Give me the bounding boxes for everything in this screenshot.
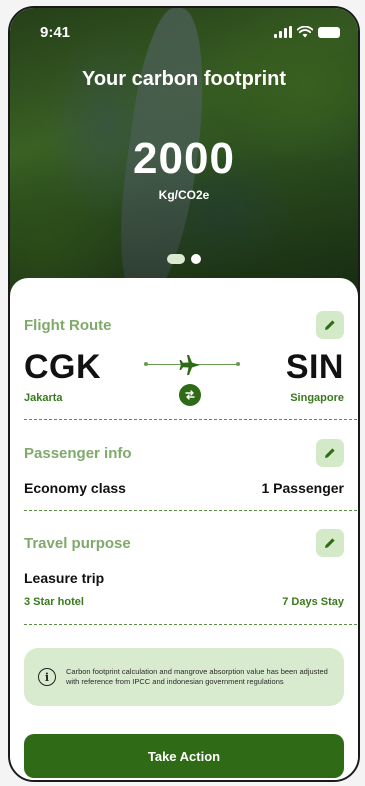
flight-route-title: Flight Route — [24, 316, 112, 334]
footprint-value: 2000 — [133, 134, 235, 183]
pencil-icon — [325, 320, 335, 330]
passenger-info-row: Economy class 1 Passenger — [24, 480, 344, 496]
status-bar: 9:41 — [40, 22, 340, 42]
airplane-icon — [179, 355, 200, 375]
footprint-unit: Kg/CO2e — [158, 188, 210, 202]
details-card: Flight Route CGK Jakarta SIN Singapore P… — [10, 278, 358, 780]
destination-code: SIN — [285, 348, 344, 386]
divider — [24, 510, 358, 511]
hero-title: Your carbon footprint — [81, 68, 287, 90]
status-icons — [274, 26, 340, 38]
stay-duration: 7 Days Stay — [282, 596, 344, 608]
flight-route: CGK Jakarta SIN Singapore — [24, 348, 344, 408]
flight-route-header: Flight Route — [24, 310, 344, 340]
info-icon: i — [38, 668, 56, 686]
status-time: 9:41 — [40, 23, 71, 41]
phone-frame: 9:41 Your carbon footprint 2000 Kg/CO2e … — [8, 6, 360, 782]
travel-purpose-header: Travel purpose — [24, 528, 344, 558]
page-indicator[interactable] — [10, 254, 358, 264]
wifi-icon — [297, 26, 313, 38]
edit-travel-purpose-button[interactable] — [316, 529, 344, 557]
divider — [24, 419, 358, 420]
divider — [24, 624, 358, 625]
stay-details-row: 3 Star hotel 7 Days Stay — [24, 596, 344, 608]
edit-passenger-info-button[interactable] — [316, 439, 344, 467]
swap-route-button[interactable] — [179, 384, 201, 406]
passenger-info-header: Passenger info — [24, 438, 344, 468]
info-note-text: Carbon footprint calculation and mangrov… — [66, 667, 328, 686]
travel-purpose-title: Travel purpose — [24, 534, 131, 552]
hotel-class: 3 Star hotel — [24, 596, 84, 608]
page-dot[interactable] — [191, 254, 201, 264]
pencil-icon — [325, 448, 335, 458]
passenger-info-title: Passenger info — [24, 444, 132, 462]
origin-city: Jakarta — [24, 392, 63, 404]
page-dot-active[interactable] — [167, 254, 185, 264]
take-action-button[interactable]: Take Action — [24, 734, 344, 778]
travel-class: Economy class — [24, 480, 126, 496]
passenger-count: 1 Passenger — [261, 480, 345, 496]
trip-purpose: Leasure trip — [24, 570, 105, 586]
signal-icon — [274, 26, 292, 38]
swap-arrows-icon — [185, 390, 195, 400]
origin-code: CGK — [24, 348, 102, 386]
info-note: i Carbon footprint calculation and mangr… — [24, 648, 344, 706]
travel-purpose-row: Leasure trip — [24, 570, 344, 586]
destination-city: Singapore — [290, 392, 344, 404]
battery-icon — [318, 26, 340, 38]
pencil-icon — [325, 538, 335, 548]
edit-flight-route-button[interactable] — [316, 311, 344, 339]
